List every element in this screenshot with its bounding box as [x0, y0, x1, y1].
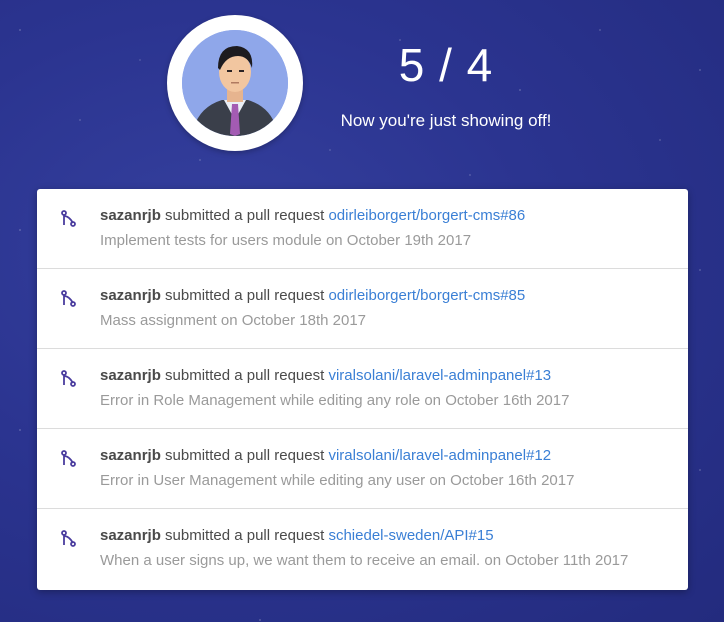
status-message: Now you're just showing off!	[340, 111, 552, 130]
repo-link[interactable]: odirleiborgert/borgert-cms#86	[328, 207, 525, 224]
pr-details: Error in User Management while editing a…	[100, 472, 574, 489]
list-item: sazanrjb submitted a pull request odirle…	[37, 269, 688, 349]
pr-summary: sazanrjb submitted a pull request virals…	[100, 367, 551, 384]
header: 5 / 4 Now you're just showing off!	[0, 0, 724, 180]
pr-date: on October 16th 2017	[424, 392, 570, 409]
repo-link[interactable]: viralsolani/laravel-adminpanel#13	[328, 367, 551, 384]
username[interactable]: sazanrjb	[100, 447, 161, 464]
repo-link[interactable]: viralsolani/laravel-adminpanel#12	[328, 447, 551, 464]
username[interactable]: sazanrjb	[100, 527, 161, 544]
pr-summary: sazanrjb submitted a pull request virals…	[100, 447, 551, 464]
pr-date: on October 16th 2017	[429, 472, 575, 489]
pr-title: Error in User Management while editing a…	[100, 472, 426, 489]
action-text: submitted a pull request	[165, 367, 325, 384]
avatar	[167, 15, 303, 151]
pull-request-icon	[61, 210, 77, 228]
pr-summary: sazanrjb submitted a pull request schied…	[100, 527, 494, 544]
action-text: submitted a pull request	[165, 287, 325, 304]
pr-details: Mass assignment on October 18th 2017	[100, 312, 366, 329]
action-text: submitted a pull request	[165, 207, 325, 224]
pr-date: on October 18th 2017	[220, 312, 366, 329]
list-item: sazanrjb submitted a pull request virals…	[37, 429, 688, 509]
pull-request-icon	[61, 530, 77, 548]
username[interactable]: sazanrjb	[100, 367, 161, 384]
pr-summary: sazanrjb submitted a pull request odirle…	[100, 287, 525, 304]
pr-title: When a user signs up, we want them to re…	[100, 552, 481, 569]
username[interactable]: sazanrjb	[100, 287, 161, 304]
pull-request-icon	[61, 370, 77, 388]
pr-summary: sazanrjb submitted a pull request odirle…	[100, 207, 525, 224]
pr-title: Mass assignment	[100, 312, 217, 329]
action-text: submitted a pull request	[165, 447, 325, 464]
score-counter: 5 / 4	[398, 39, 494, 91]
pr-date: on October 19th 2017	[325, 232, 472, 249]
pull-request-icon	[61, 450, 77, 468]
pull-request-list: sazanrjb submitted a pull request odirle…	[37, 189, 688, 590]
action-text: submitted a pull request	[165, 527, 325, 544]
list-item: sazanrjb submitted a pull request odirle…	[37, 189, 688, 269]
repo-link[interactable]: odirleiborgert/borgert-cms#85	[328, 287, 525, 304]
avatar-image	[182, 30, 288, 136]
pr-title: Implement tests for users module	[100, 232, 322, 249]
list-item: sazanrjb submitted a pull request virals…	[37, 349, 688, 429]
username[interactable]: sazanrjb	[100, 207, 161, 224]
list-item: sazanrjb submitted a pull request schied…	[37, 509, 688, 590]
pr-details: Error in Role Management while editing a…	[100, 392, 569, 409]
repo-link[interactable]: schiedel-sweden/API#15	[328, 527, 493, 544]
pr-date: on October 11th 2017	[484, 552, 629, 569]
pr-details: When a user signs up, we want them to re…	[100, 552, 628, 569]
pr-title: Error in Role Management while editing a…	[100, 392, 421, 409]
pull-request-icon	[61, 290, 77, 308]
pr-details: Implement tests for users module on Octo…	[100, 232, 471, 249]
